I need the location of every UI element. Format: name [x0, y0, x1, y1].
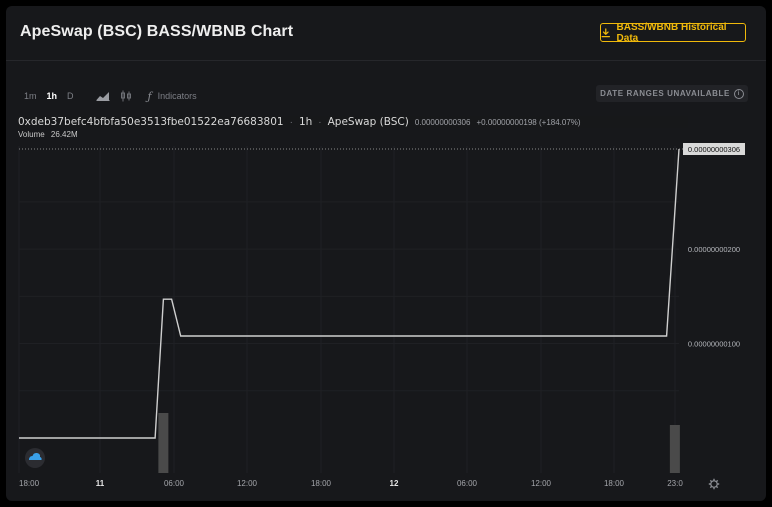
area-chart-type-icon[interactable] — [96, 91, 110, 101]
volume-bar — [158, 413, 169, 473]
time-tick-label: 12:00 — [237, 479, 258, 488]
page-title: ApeSwap (BSC) BASS/WBNB Chart — [20, 23, 294, 40]
date-ranges-badge: DATE RANGES UNAVAILABLE i — [596, 85, 748, 102]
legend-exchange: ApeSwap (BSC) — [327, 116, 409, 128]
legend-separator: · — [318, 117, 322, 128]
time-tick-label: 12 — [390, 479, 399, 488]
price-series-line — [19, 148, 680, 439]
timeframe-1h[interactable]: 1h — [47, 91, 58, 101]
time-tick-label: 18:00 — [19, 479, 40, 488]
time-tick-label: 11 — [96, 479, 105, 488]
time-tick-label: 23:0 — [667, 479, 683, 488]
time-tick-label: 18:00 — [604, 479, 625, 488]
time-tick-label: 12:00 — [531, 479, 552, 488]
legend-separator: · — [289, 117, 293, 128]
cloud-logo-icon[interactable] — [25, 448, 45, 468]
time-tick-label: 06:00 — [164, 479, 185, 488]
legend-last-value: 0.00000000306 — [414, 118, 471, 127]
series-legend: 0xdeb37befc4bfbfa50e3513fbe01522ea766838… — [18, 116, 688, 139]
price-tick-label: 0.00000000200 — [688, 245, 740, 254]
time-tick-label: 18:00 — [311, 479, 332, 488]
price-tick-label: 0.00000000100 — [688, 340, 740, 349]
legend-interval: 1h — [298, 116, 313, 128]
function-icon: ƒ — [147, 89, 152, 103]
download-icon — [601, 27, 611, 37]
legend-symbol: 0xdeb37befc4bfbfa50e3513fbe01522ea766838… — [18, 116, 284, 128]
settings-gear-icon[interactable] — [708, 478, 720, 490]
chart-card: ApeSwap (BSC) BASS/WBNB Chart BASS/WBNB … — [6, 6, 766, 501]
legend-change: +0.00000000198 (+184.07%) — [476, 118, 581, 127]
last-price-label: 0.00000000306 — [688, 145, 740, 154]
date-ranges-label: DATE RANGES UNAVAILABLE — [600, 89, 730, 98]
indicators-label: Indicators — [157, 91, 197, 101]
chart-toolbar: 1m 1h D ƒ Indicators — [24, 88, 197, 104]
indicators-button[interactable]: ƒ Indicators — [148, 90, 197, 103]
historical-data-button[interactable]: BASS/WBNB Historical Data — [600, 21, 746, 44]
volume-label: Volume — [18, 130, 45, 139]
candlestick-icon[interactable] — [120, 90, 132, 102]
timeframe-1m[interactable]: 1m — [24, 91, 37, 101]
chart-area[interactable]: 0.00000000306 0.00000000200 0.00000000100 1… — [6, 60, 766, 501]
chart-header: ApeSwap (BSC) BASS/WBNB Chart BASS/WBNB … — [6, 6, 766, 61]
info-icon[interactable]: i — [733, 88, 744, 99]
historical-data-label: BASS/WBNB Historical Data — [616, 21, 727, 44]
volume-bar — [669, 425, 680, 473]
volume-value: 26.42M — [50, 130, 78, 139]
time-tick-label: 06:00 — [457, 479, 478, 488]
timeframe-d[interactable]: D — [67, 91, 74, 101]
